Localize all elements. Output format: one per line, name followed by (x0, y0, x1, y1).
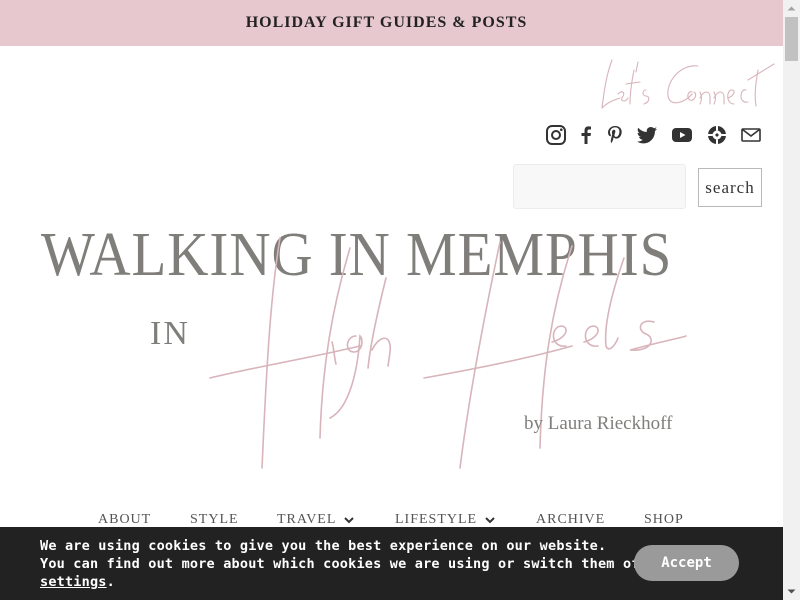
logo-script-high-heels (209, 237, 687, 469)
nav-label: TRAVEL (277, 512, 337, 527)
nav-item-travel[interactable]: TRAVEL (277, 512, 355, 528)
mail-icon[interactable] (739, 123, 763, 147)
search-button[interactable]: search (698, 168, 762, 207)
nav-item-about[interactable]: ABOUT (98, 512, 151, 528)
cookie-line-3: settings. (40, 573, 620, 591)
cookie-line-1: We are using cookies to give you the bes… (40, 538, 607, 554)
youtube-icon[interactable] (670, 123, 694, 147)
announcement-bar: HOLIDAY GIFT GUIDES & POSTS (0, 0, 783, 46)
cookie-message: We are using cookies to give you the bes… (40, 537, 673, 591)
search-input[interactable] (513, 164, 686, 209)
nav-item-style[interactable]: STYLE (190, 512, 239, 528)
nav-item-lifestyle[interactable]: LIFESTYLE (395, 512, 495, 528)
holiday-gift-guides-link[interactable]: HOLIDAY GIFT GUIDES & POSTS (246, 14, 528, 32)
nav-label: LIFESTYLE (395, 512, 478, 527)
cookie-settings-link[interactable]: settings (40, 574, 107, 590)
instagram-icon[interactable] (544, 123, 568, 147)
scrollbar-thumb[interactable] (785, 17, 798, 61)
logo-byline: by Laura Rieckhoff (524, 413, 673, 434)
logo-in-text: IN (150, 315, 190, 352)
vertical-scrollbar[interactable] (783, 0, 800, 600)
nav-label: ARCHIVE (536, 512, 606, 527)
scroll-down-arrow-icon[interactable] (783, 583, 800, 600)
cookie-banner: We are using cookies to give you the bes… (0, 527, 783, 600)
site-logo[interactable]: WALKING IN MEMPHIS IN by Laura Rieckhoff (0, 218, 783, 488)
nav-item-archive[interactable]: ARCHIVE (536, 512, 605, 528)
chevron-down-icon (344, 517, 355, 524)
lets-connect-heading (601, 59, 775, 109)
nav-item-shop[interactable]: SHOP (644, 512, 684, 528)
accept-cookies-button[interactable]: Accept (634, 545, 739, 581)
pinterest-icon[interactable] (603, 123, 627, 147)
nav-label: STYLE (190, 512, 239, 527)
twitter-icon[interactable] (635, 123, 659, 147)
nav-label: SHOP (644, 512, 684, 527)
cookie-line-2: You can find out more about which cookie… (40, 556, 673, 572)
page: HOLIDAY GIFT GUIDES & POSTS search WALKI… (0, 0, 783, 600)
facebook-icon[interactable] (574, 123, 598, 147)
chevron-down-icon (485, 517, 495, 524)
ltk-icon[interactable] (705, 123, 729, 147)
social-icons (540, 123, 770, 149)
cookie-period: . (106, 574, 115, 590)
scroll-up-arrow-icon[interactable] (783, 0, 800, 17)
nav-label: ABOUT (98, 512, 152, 527)
